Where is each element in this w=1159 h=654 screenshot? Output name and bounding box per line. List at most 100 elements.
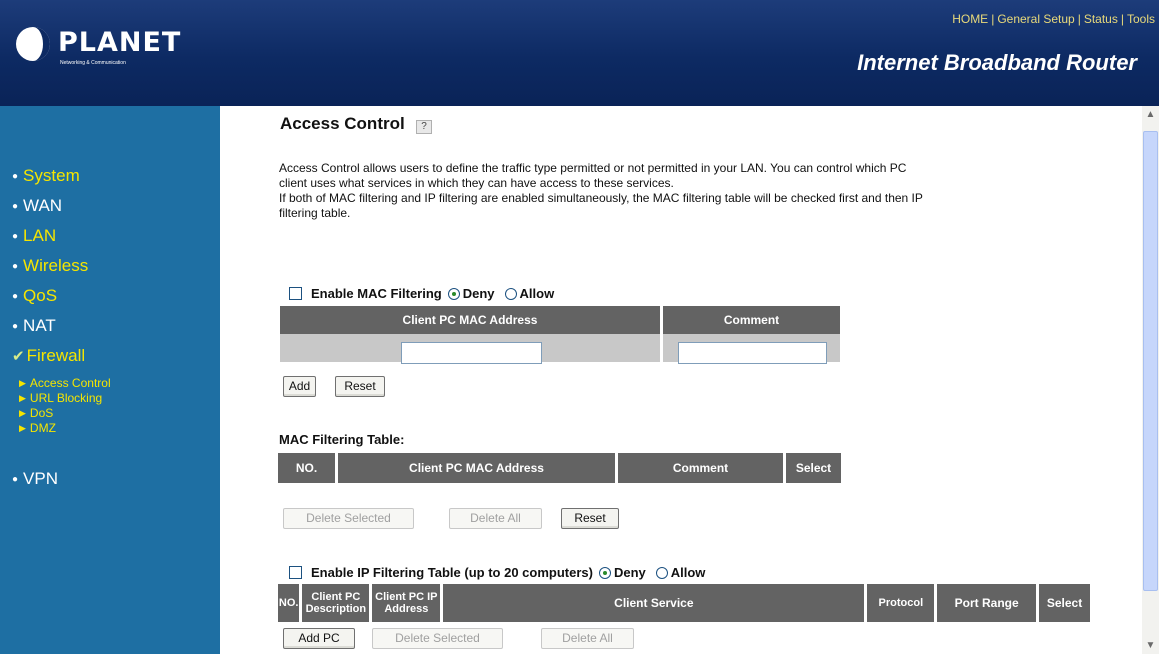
sidebar-item-label: LAN: [23, 226, 57, 245]
nav-tools-link[interactable]: Tools: [1127, 12, 1155, 26]
sidebar-item-vpn[interactable]: ● VPN: [12, 469, 58, 489]
sidebar-subitem-label: DoS: [29, 406, 54, 420]
sidebar-item-label: Wireless: [23, 256, 89, 275]
page-header: PLANET Networking & Communication HOME | G…: [0, 0, 1159, 106]
mac-allow-label: Allow: [519, 286, 555, 301]
sidebar-subitem-dos[interactable]: ▶ DoS: [19, 406, 53, 420]
bullet-icon: ●: [12, 320, 19, 332]
column-header: Client PC Description: [302, 584, 373, 622]
ip-deny-radio[interactable]: [598, 566, 611, 579]
page-description: Access Control allows users to define th…: [279, 161, 1099, 221]
mac-delete-selected-button[interactable]: Delete Selected: [283, 508, 414, 529]
nav-separator: |: [991, 12, 995, 26]
enable-mac-filtering-checkbox[interactable]: [289, 287, 302, 300]
ip-filter-options: Enable IP Filtering Table (up to 20 comp…: [289, 565, 715, 580]
scroll-up-icon[interactable]: ▲: [1142, 106, 1159, 123]
bullet-icon: ●: [12, 200, 19, 212]
triangle-right-icon: ▶: [19, 392, 26, 403]
column-header: Client PC IP Address: [372, 584, 444, 622]
sidebar-item-wireless[interactable]: ● Wireless: [12, 256, 88, 276]
nav-separator: |: [1120, 12, 1124, 26]
column-header: Port Range: [937, 584, 1040, 622]
sidebar-subitem-dmz[interactable]: ▶ DMZ: [19, 421, 56, 435]
sidebar-item-label: VPN: [23, 469, 59, 488]
nav-separator: |: [1077, 12, 1081, 26]
description-line: client uses what services in which they …: [279, 176, 674, 190]
enable-mac-filtering-label: Enable MAC Filtering: [311, 286, 442, 301]
triangle-right-icon: ▶: [19, 407, 26, 418]
planet-logo-icon: [16, 27, 50, 61]
nav-general-setup-link[interactable]: General Setup: [997, 12, 1074, 26]
table-header-row: NO. Client PC MAC Address Comment Select: [278, 453, 841, 483]
sidebar-subitem-label: URL Blocking: [29, 391, 103, 405]
ip-allow-label: Allow: [670, 565, 706, 580]
sidebar-subitem-url-blocking[interactable]: ▶ URL Blocking: [19, 391, 102, 405]
triangle-right-icon: ▶: [19, 377, 26, 388]
sidebar-item-system[interactable]: ● System: [12, 166, 80, 186]
sidebar-item-label: WAN: [23, 196, 63, 215]
description-line: Access Control allows users to define th…: [279, 161, 907, 175]
sidebar-item-firewall[interactable]: ✔ Firewall: [12, 346, 85, 366]
sidebar-item-label: Firewall: [26, 346, 86, 365]
description-line: If both of MAC filtering and IP filterin…: [279, 191, 923, 205]
scroll-down-icon[interactable]: ▼: [1142, 637, 1159, 654]
sidebar-subitem-label: Access Control: [29, 376, 111, 390]
sidebar-subitem-label: DMZ: [29, 421, 56, 435]
brand-name: PLANET: [58, 27, 182, 58]
column-header: Protocol: [867, 584, 938, 622]
mac-filtering-table: NO. Client PC MAC Address Comment Select: [278, 453, 841, 483]
mac-allow-radio[interactable]: [504, 287, 517, 300]
column-header: NO.: [278, 453, 338, 483]
mac-deny-radio[interactable]: [447, 287, 460, 300]
mac-filter-options: Enable MAC Filtering Deny Allow: [289, 286, 564, 301]
bullet-icon: ●: [12, 290, 19, 302]
mac-address-input[interactable]: [401, 342, 542, 364]
planet-logo[interactable]: PLANET Networking & Communication: [14, 27, 184, 73]
sidebar-subitem-access-control[interactable]: ▶ Access Control: [19, 376, 111, 390]
description-line: filtering table.: [279, 206, 351, 220]
sidebar-item-lan[interactable]: ● LAN: [12, 226, 56, 246]
top-navigation: HOME | General Setup | Status | Tools: [952, 12, 1155, 26]
ip-delete-all-button[interactable]: Delete All: [541, 628, 634, 649]
column-header: NO.: [278, 584, 303, 622]
bullet-icon: ●: [12, 260, 19, 272]
nav-home-link[interactable]: HOME: [952, 12, 988, 26]
ip-allow-radio[interactable]: [655, 566, 668, 579]
sidebar-item-label: NAT: [23, 316, 56, 335]
page-title: Access Control: [280, 114, 405, 133]
scrollbar-thumb[interactable]: [1143, 131, 1158, 591]
column-header: Select: [786, 453, 841, 483]
add-pc-button[interactable]: Add PC: [283, 628, 355, 649]
checkmark-icon: ✔: [12, 348, 25, 365]
triangle-right-icon: ▶: [19, 422, 26, 433]
bullet-icon: ●: [12, 230, 19, 242]
vertical-scrollbar[interactable]: ▲ ▼: [1142, 106, 1159, 654]
router-title: Internet Broadband Router: [857, 50, 1137, 75]
nav-status-link[interactable]: Status: [1084, 12, 1118, 26]
enable-ip-filtering-checkbox[interactable]: [289, 566, 302, 579]
ip-delete-selected-button[interactable]: Delete Selected: [372, 628, 503, 649]
enable-ip-filtering-label: Enable IP Filtering Table (up to 20 comp…: [311, 565, 593, 580]
column-header: Comment: [618, 453, 786, 483]
column-header: Client PC MAC Address: [280, 306, 663, 334]
sidebar-item-wan[interactable]: ● WAN: [12, 196, 62, 216]
mac-reset-button[interactable]: Reset: [335, 376, 385, 397]
sidebar-item-qos[interactable]: ● QoS: [12, 286, 57, 306]
sidebar-item-label: QoS: [23, 286, 58, 305]
sidebar-item-label: System: [23, 166, 80, 185]
mac-table-reset-button[interactable]: Reset: [561, 508, 619, 529]
bullet-icon: ●: [12, 473, 19, 485]
column-header: Comment: [663, 306, 840, 334]
sidebar-item-nat[interactable]: ● NAT: [12, 316, 56, 336]
mac-delete-all-button[interactable]: Delete All: [449, 508, 542, 529]
column-header: Select: [1039, 584, 1090, 622]
ip-deny-label: Deny: [613, 565, 646, 580]
column-header: Client PC MAC Address: [338, 453, 618, 483]
ip-filtering-table: NO. Client PC Description Client PC IP A…: [278, 584, 1090, 622]
mac-comment-input[interactable]: [678, 342, 827, 364]
bullet-icon: ●: [12, 170, 19, 182]
mac-add-button[interactable]: Add: [283, 376, 316, 397]
brand-tagline: Networking & Communication: [60, 60, 126, 66]
sidebar: ● System ● WAN ● LAN ● Wireless ● QoS ● NAT ✔ F…: [0, 106, 220, 654]
help-icon[interactable]: ?: [416, 120, 432, 134]
